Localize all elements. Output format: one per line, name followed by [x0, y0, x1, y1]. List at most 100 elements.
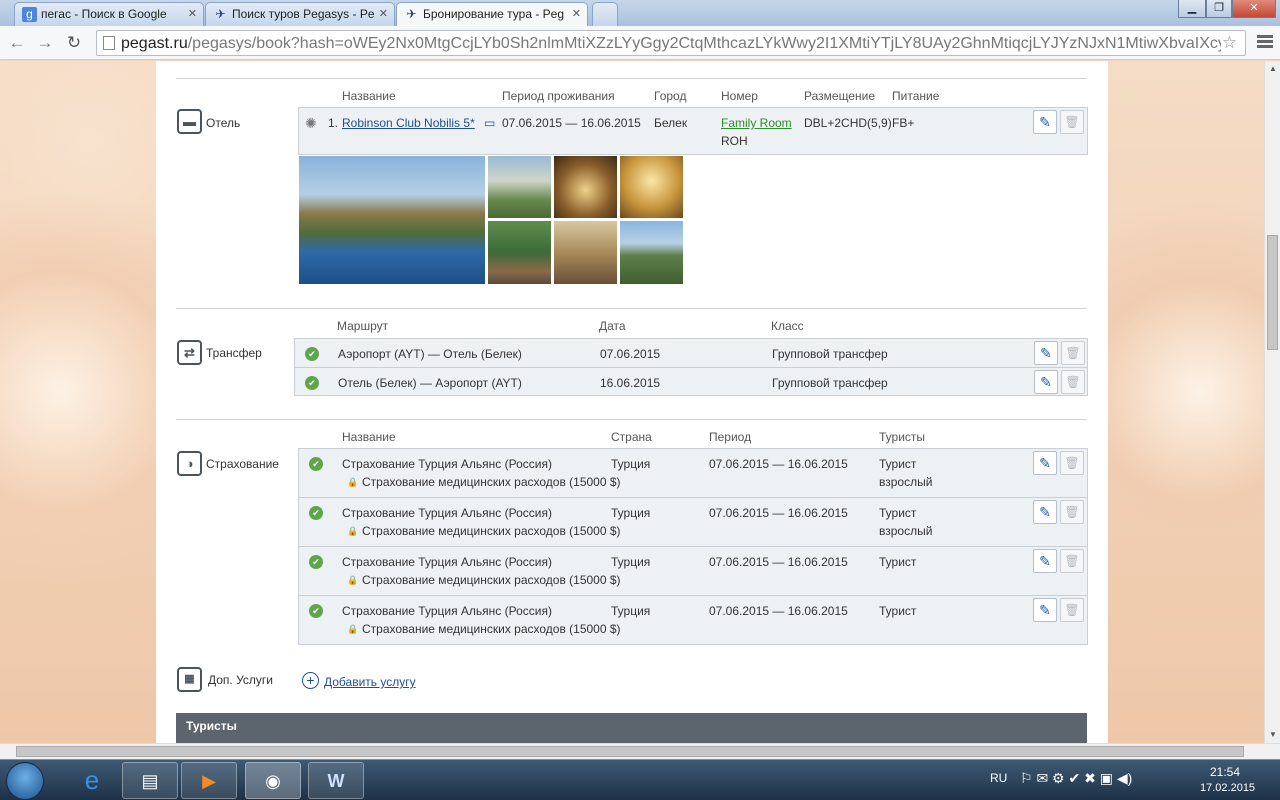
hotel-name-link[interactable]: Robinson Club Nobilis 5* [342, 116, 475, 130]
insurance-name: Страхование Турция Альянс (Россия) [342, 604, 552, 618]
scroll-thumb[interactable] [16, 746, 1244, 757]
transfer-route: Аэропорт (AYT) — Отель (Белек) [338, 347, 522, 361]
hotel-period: 07.06.2015 — 16.06.2015 [502, 116, 641, 130]
explorer-folder-icon[interactable]: ▤ [122, 762, 178, 799]
insurance-country: Турция [611, 457, 651, 471]
edit-pencil-icon[interactable]: ✎ [1033, 110, 1057, 134]
loading-spinner-icon: ✺ [305, 115, 317, 131]
url-text[interactable]: pegast.ru/pegasys/book?hash=oWEy2Nx0MtgC… [121, 35, 1221, 53]
new-tab-button[interactable] [592, 2, 618, 26]
insurance-sub: Страхование медицинских расходов (15000 … [362, 475, 621, 489]
media-player-icon[interactable]: ▶ [181, 762, 237, 799]
check-icon: ✔ [309, 604, 323, 618]
insurance-name: Страхование Турция Альянс (Россия) [342, 506, 552, 520]
table-row: ✔ Страхование Турция Альянс (Россия) 🔒 С… [299, 547, 1087, 596]
tab-label: Поиск туров Pegasys - Pe [232, 7, 375, 21]
close-icon[interactable]: ✕ [379, 7, 388, 20]
insurance-sub: Страхование медицинских расходов (15000 … [362, 524, 621, 538]
back-arrow-icon[interactable]: ← [6, 32, 28, 54]
vertical-scrollbar[interactable]: ▲ ▼ [1264, 61, 1280, 743]
col-meals: Питание [892, 89, 940, 103]
transfer-class: Групповой трансфер [772, 347, 888, 361]
menu-icon[interactable] [1257, 35, 1273, 50]
edit-pencil-icon[interactable]: ✎ [1033, 451, 1057, 475]
pegasus-icon: ✈ [215, 7, 226, 21]
horizontal-scrollbar[interactable] [0, 743, 1280, 759]
hotel-row: ✺ 1. Robinson Club Nobilis 5* ▭ 07.06.20… [298, 107, 1088, 155]
scroll-down-icon[interactable]: ▼ [1265, 727, 1280, 743]
tab-tour-search[interactable]: ✈ Поиск туров Pegasys - Pe ✕ [205, 2, 395, 26]
hotel-section-label: Отель [206, 116, 241, 130]
insurance-period: 07.06.2015 — 16.06.2015 [709, 555, 848, 569]
col-period: Период проживания [502, 89, 615, 103]
start-button[interactable] [6, 762, 44, 800]
hotel-photo[interactable] [553, 220, 618, 285]
reload-icon[interactable]: ↻ [63, 32, 85, 54]
transfer-arrows-icon: ⇄ [177, 340, 202, 365]
minimize-icon[interactable]: ▁ [1178, 0, 1206, 18]
bookmark-star-icon[interactable]: ☆ [1222, 33, 1237, 53]
close-icon[interactable]: ✕ [572, 7, 581, 20]
window-close-icon[interactable]: ✕ [1232, 0, 1276, 18]
transfer-section-label: Трансфер [206, 346, 262, 360]
col-name: Название [342, 430, 396, 444]
hotel-photo-main[interactable] [298, 155, 486, 285]
word-icon[interactable]: W [308, 762, 364, 799]
trash-icon[interactable]: 🗑 [1060, 598, 1084, 622]
check-icon: ✔ [305, 347, 319, 361]
browser-tab-bar: g пегас - Поиск в Google ✕ ✈ Поиск туров… [0, 0, 1280, 26]
edit-pencil-icon[interactable]: ✎ [1033, 549, 1057, 573]
insurance-tourist: Турист [879, 506, 917, 520]
col-tourists: Туристы [879, 430, 926, 444]
add-service-link[interactable]: Добавить услугу [324, 675, 416, 689]
table-row: ✔ Отель (Белек) — Аэропорт (AYT) 16.06.2… [295, 368, 1087, 397]
trash-icon[interactable]: 🗑 [1061, 341, 1085, 365]
room-type-link[interactable]: Family Room [721, 116, 792, 130]
edit-pencil-icon[interactable]: ✎ [1034, 370, 1058, 394]
lock-icon: 🔒 [347, 624, 359, 634]
address-bar[interactable]: pegast.ru/pegasys/book?hash=oWEy2Nx0MtgC… [96, 30, 1246, 56]
close-icon[interactable]: ✕ [188, 7, 197, 20]
insurance-list: ✔ Страхование Турция Альянс (Россия) 🔒 С… [298, 448, 1088, 645]
col-route: Маршрут [337, 319, 389, 333]
tab-tour-booking[interactable]: ✈ Бронирование тура - Peg ✕ [396, 2, 588, 26]
page-icon [103, 36, 115, 50]
hotel-photo[interactable] [487, 155, 552, 219]
trash-icon[interactable]: 🗑 [1060, 110, 1084, 134]
tray-icons[interactable]: ⚐ ✉ ⚙ ✔ ✖ ▣ ◀) [1020, 770, 1132, 787]
plus-circle-icon[interactable]: + [302, 672, 319, 689]
insurance-country: Турция [611, 604, 651, 618]
clock-date[interactable]: 17.02.2015 [1200, 782, 1255, 794]
insurance-sub: Страхование медицинских расходов (15000 … [362, 622, 621, 636]
scroll-thumb[interactable] [1267, 235, 1278, 350]
hotel-photo[interactable] [619, 220, 684, 285]
transfer-date: 16.06.2015 [600, 376, 661, 390]
ie-icon[interactable]: e [64, 762, 120, 799]
col-city: Город [654, 89, 687, 103]
insurance-period: 07.06.2015 — 16.06.2015 [709, 457, 848, 471]
trash-icon[interactable]: 🗑 [1061, 370, 1085, 394]
edit-pencil-icon[interactable]: ✎ [1033, 598, 1057, 622]
hotel-photo[interactable] [619, 155, 684, 219]
chrome-icon[interactable]: ◉ [245, 762, 301, 799]
clock-time[interactable]: 21:54 [1210, 765, 1240, 779]
scroll-up-icon[interactable]: ▲ [1265, 61, 1280, 77]
trash-icon[interactable]: 🗑 [1060, 500, 1084, 524]
edit-pencil-icon[interactable]: ✎ [1034, 341, 1058, 365]
edit-pencil-icon[interactable]: ✎ [1033, 500, 1057, 524]
hotel-photo[interactable] [487, 220, 552, 285]
transfer-date: 07.06.2015 [600, 347, 661, 361]
table-row: ✔ Страхование Турция Альянс (Россия) 🔒 С… [299, 449, 1087, 498]
col-placement: Размещение [804, 89, 875, 103]
forward-arrow-icon[interactable]: → [34, 32, 56, 54]
transfer-class: Групповой трансфер [772, 376, 888, 390]
tab-label: пегас - Поиск в Google [41, 7, 167, 21]
trash-icon[interactable]: 🗑 [1060, 451, 1084, 475]
trash-icon[interactable]: 🗑 [1060, 549, 1084, 573]
calendar-icon: ▭ [484, 116, 496, 130]
tab-google-search[interactable]: g пегас - Поиск в Google ✕ [14, 2, 204, 26]
maximize-icon[interactable]: ❐ [1206, 0, 1232, 18]
hotel-photo[interactable] [553, 155, 618, 219]
language-indicator[interactable]: RU [990, 771, 1007, 785]
lock-icon: 🔒 [347, 575, 359, 585]
